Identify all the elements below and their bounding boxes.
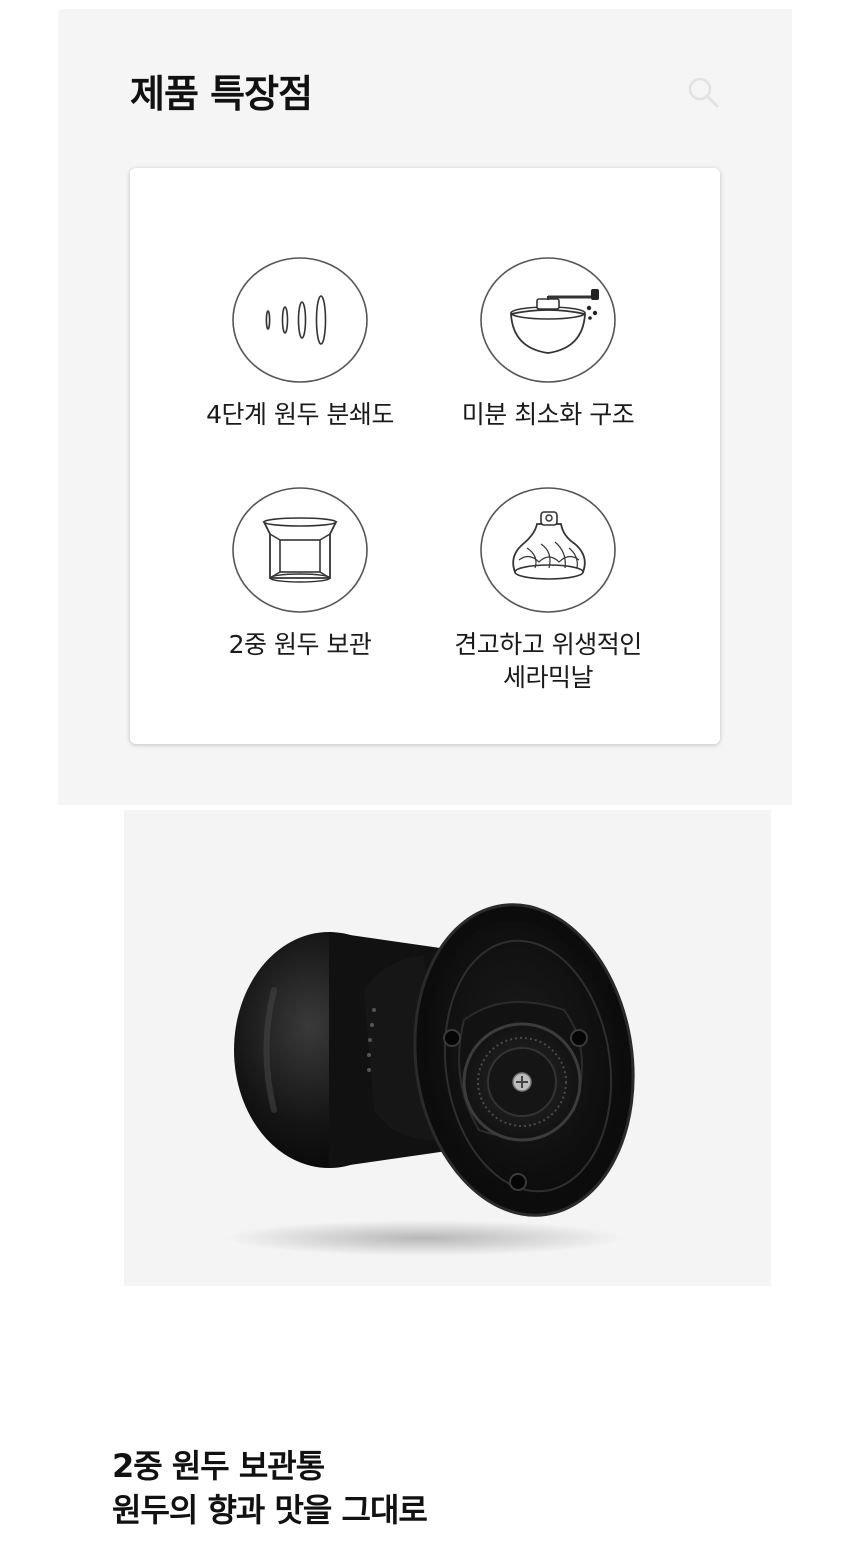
double-container-icon xyxy=(232,487,368,613)
bottom-heading-line1: 2중 원두 보관통 xyxy=(112,1447,325,1485)
search-icon[interactable] xyxy=(686,75,720,109)
feature-item-double-storage: 2중 원두 보관 xyxy=(170,486,430,661)
grinder-base-image xyxy=(224,903,635,1256)
feature-label: 4단계 원두 분쇄도 xyxy=(206,400,394,429)
feature-label-line1: 견고하고 위생적인 xyxy=(454,630,642,659)
feature-section: 제품 특장점 4단계 원두 분쇄도 미분 최소화 구조 2중 원두 보관 견고하… xyxy=(58,9,792,805)
feature-label: 2중 원두 보관 xyxy=(228,630,372,659)
feature-label-line2: 세라믹날 xyxy=(502,663,594,692)
bottom-heading-line2: 원두의 향과 맛을 그대로 xyxy=(112,1491,428,1529)
feature-card: 4단계 원두 분쇄도 미분 최소화 구조 2중 원두 보관 견고하고 위생적인 … xyxy=(130,168,720,744)
product-photo xyxy=(124,810,771,1286)
feature-item-ceramic-burr: 견고하고 위생적인 세라믹날 xyxy=(418,486,678,694)
section-title: 제품 특장점 xyxy=(130,72,313,116)
ceramic-burr-icon xyxy=(480,487,616,613)
feature-item-fines-minimized: 미분 최소화 구조 xyxy=(418,256,678,431)
bottom-copy: 2중 원두 보관통 원두의 향과 맛을 그대로 xyxy=(112,1444,428,1532)
feature-item-grind-levels: 4단계 원두 분쇄도 xyxy=(170,256,430,431)
feature-label: 미분 최소화 구조 xyxy=(461,400,635,429)
grinder-bowl-icon xyxy=(480,257,616,383)
grind-levels-icon xyxy=(232,257,368,383)
